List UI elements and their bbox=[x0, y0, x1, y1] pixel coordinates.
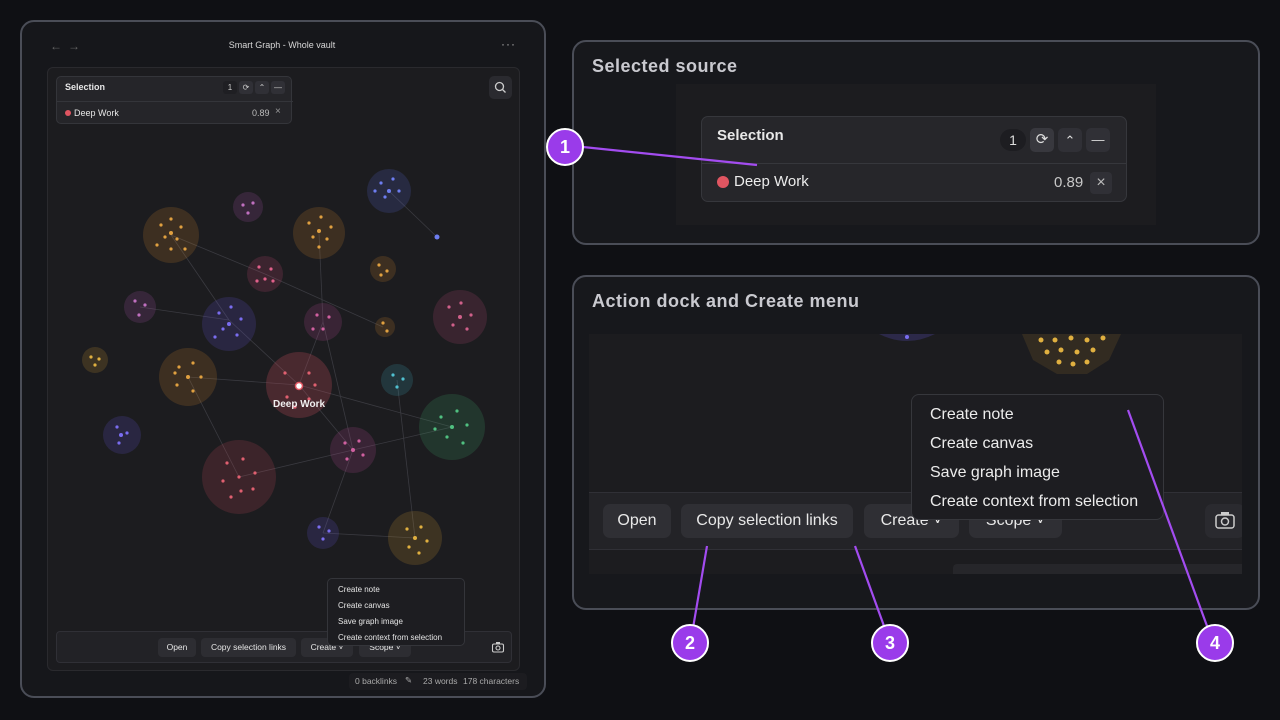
annotation-badge-4: 4 bbox=[1196, 624, 1234, 662]
annotation-badge-3: 3 bbox=[871, 624, 909, 662]
annotation-pointers bbox=[582, 145, 1209, 629]
annotation-badge-1: 1 bbox=[546, 128, 584, 166]
annotation-badge-2: 2 bbox=[671, 624, 709, 662]
